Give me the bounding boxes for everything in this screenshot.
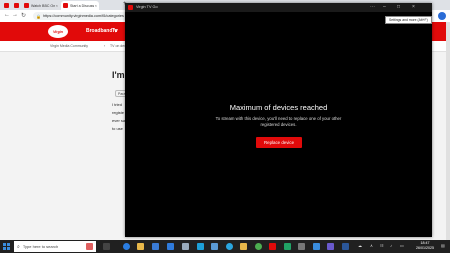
maximize-icon[interactable]: □ — [397, 4, 400, 10]
folder-icon[interactable] — [240, 243, 247, 250]
task-view-icon[interactable] — [103, 243, 110, 250]
tab-title: Start a Discussion — [70, 3, 94, 8]
browser-tab[interactable]: Watch BBC One North East × — [22, 1, 60, 10]
menu-dots-icon[interactable]: ⋯ — [370, 4, 375, 10]
app-icon[interactable] — [342, 243, 349, 250]
dropbox-icon[interactable] — [152, 243, 159, 250]
page-scrollbar[interactable] — [446, 22, 450, 240]
window-title: Virgin TV Go — [136, 5, 158, 9]
taskbar-clock[interactable]: 18:47 26/01/2025 — [412, 241, 438, 251]
edge-icon[interactable] — [123, 243, 130, 250]
clock-date: 26/01/2025 — [416, 246, 434, 250]
tab-favicon-icon — [24, 3, 29, 8]
taskbar-search-box[interactable]: ⌕ Type here to search — [14, 241, 96, 252]
tab-favicon-icon — [14, 3, 19, 8]
post-text-line: ever sa — [112, 118, 126, 123]
back-arrow-icon[interactable]: ← — [4, 12, 10, 18]
tab-title: Watch BBC One North East — [31, 3, 55, 8]
tab-favicon-icon — [63, 3, 68, 8]
search-placeholder: Type here to search — [22, 244, 59, 249]
chrome-icon[interactable] — [255, 243, 262, 250]
file-explorer-icon[interactable] — [137, 243, 144, 250]
news-widget-icon[interactable] — [86, 243, 93, 250]
dialog-heading: Maximum of devices reached — [229, 103, 328, 112]
settings-tooltip: Settings and more (Alt+F) — [385, 16, 432, 24]
word-icon[interactable] — [211, 243, 218, 250]
start-button[interactable] — [3, 243, 10, 250]
windows-taskbar: ⌕ Type here to search ☁ ∧ ☷ ♪ ▭ 18:47 26… — [0, 240, 450, 253]
address-url: https://community.virginmedia.com/t5/cat… — [42, 14, 124, 18]
tab-close-icon[interactable]: × — [56, 3, 58, 8]
app-icon[interactable] — [182, 243, 189, 250]
replace-device-button[interactable]: Replace device — [256, 137, 302, 148]
app-icon — [128, 5, 133, 10]
virgin-tv-go-icon[interactable] — [269, 243, 276, 250]
window-titlebar[interactable]: Virgin TV Go ⋯ – □ × — [125, 3, 432, 12]
weather-icon[interactable]: ☁ — [358, 243, 362, 248]
search-icon: ⌕ — [17, 243, 20, 250]
minimize-icon[interactable]: – — [383, 4, 386, 10]
address-bar[interactable]: 🔒 https://community.virginmedia.com/t5/c… — [33, 12, 129, 20]
tab-close-icon[interactable]: × — [95, 3, 97, 8]
dialog-message: To stream with this device, you'll need … — [215, 116, 342, 127]
page-title: I'm — [112, 70, 125, 80]
post-text-line: to use — [112, 126, 123, 131]
browser-tab-active[interactable]: Start a Discussion × — [61, 1, 99, 10]
post-text-line: registe — [112, 110, 125, 115]
app-icon[interactable] — [313, 243, 320, 250]
browser-tab[interactable] — [12, 1, 21, 10]
nav-tv[interactable]: Tv — [112, 28, 118, 34]
forward-arrow-icon[interactable]: → — [12, 12, 18, 18]
app-icon[interactable] — [298, 243, 305, 250]
skype-icon[interactable] — [197, 243, 204, 250]
excel-icon[interactable] — [284, 243, 291, 250]
battery-icon[interactable]: ▭ — [400, 243, 404, 248]
tab-favicon-icon — [4, 3, 9, 8]
virgin-tv-go-window: Virgin TV Go ⋯ – □ × Maximum of devices … — [125, 3, 432, 237]
tray-chevron-icon[interactable]: ∧ — [370, 243, 373, 248]
notifications-icon[interactable]: ▤ — [441, 243, 445, 248]
lock-icon: 🔒 — [36, 13, 41, 19]
reload-icon[interactable]: ↻ — [21, 12, 26, 19]
breadcrumb-item[interactable]: Virgin Media Community — [50, 44, 88, 48]
browser-icon[interactable] — [226, 243, 233, 250]
profile-avatar-icon[interactable] — [438, 12, 446, 20]
mail-icon[interactable] — [167, 243, 174, 250]
close-icon[interactable]: × — [412, 4, 415, 10]
network-icon[interactable]: ☷ — [380, 243, 384, 248]
volume-icon[interactable]: ♪ — [390, 243, 392, 248]
virgin-logo[interactable]: Virgin — [48, 25, 68, 38]
post-text-line: I tried — [112, 102, 123, 107]
breadcrumb-separator: › — [104, 44, 106, 48]
browser-tab[interactable] — [2, 1, 11, 10]
app-icon[interactable] — [327, 243, 334, 250]
